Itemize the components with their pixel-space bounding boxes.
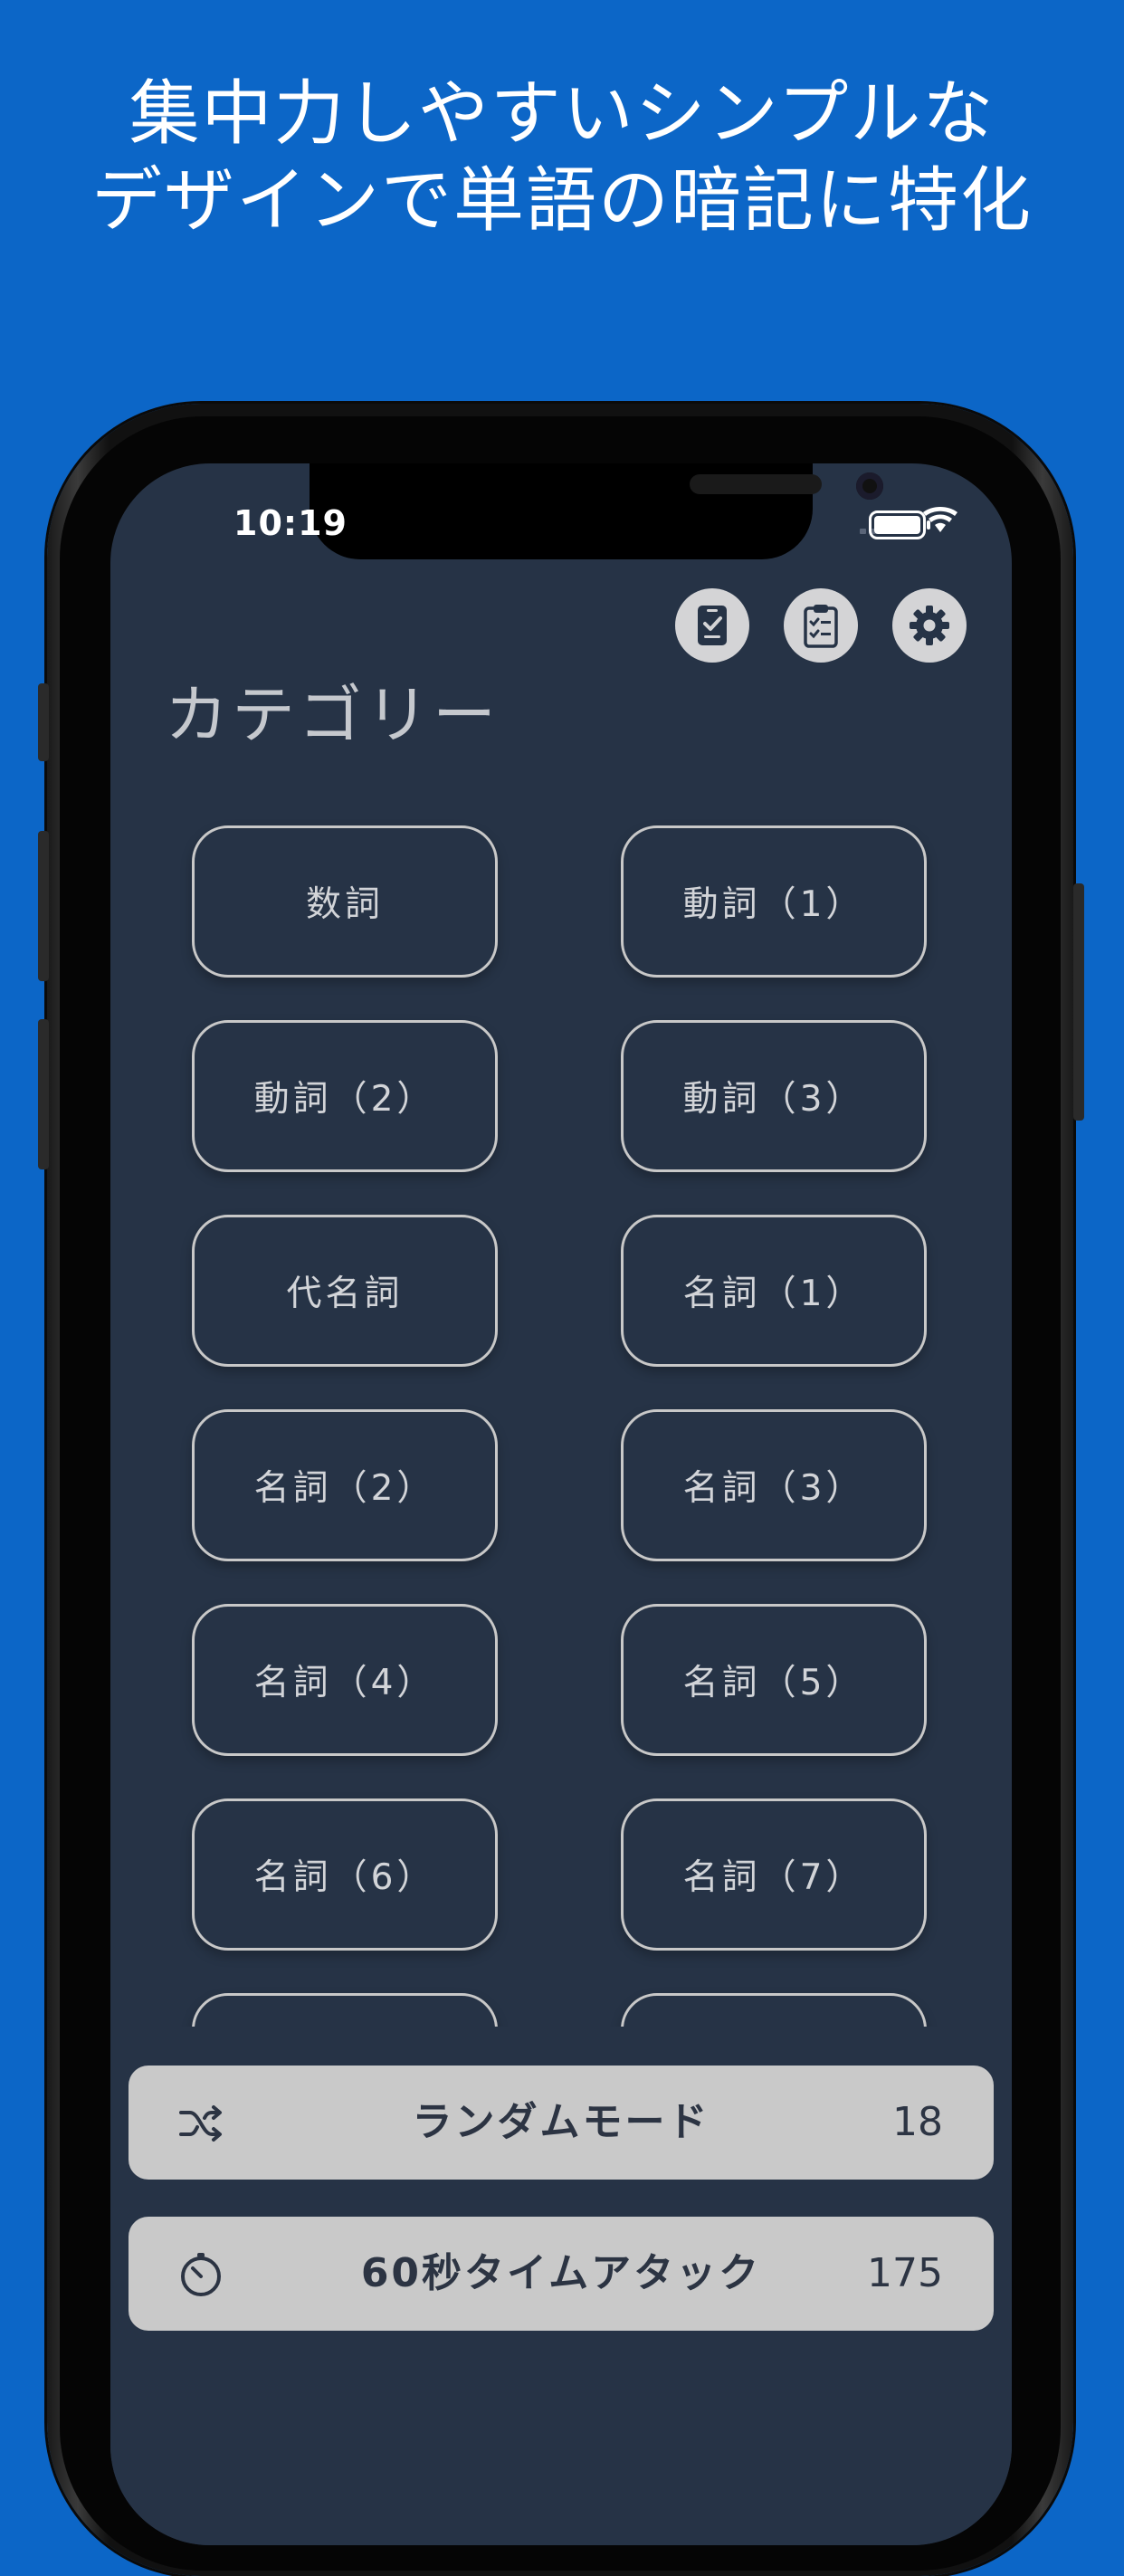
category-button[interactable]: 数詞: [192, 825, 498, 978]
category-button[interactable]: 名詞（7）: [621, 1798, 927, 1951]
headline-line-1: 集中力しやすいシンプルな: [129, 73, 995, 155]
power-button: [1073, 883, 1084, 1121]
page-title: カテゴリー: [165, 678, 500, 752]
battery-icon: [971, 509, 973, 510]
category-button[interactable]: 名詞（4）: [192, 1604, 498, 1756]
category-button[interactable]: 名詞（3）: [621, 1409, 927, 1561]
category-button[interactable]: 動詞（2）: [192, 1020, 498, 1172]
category-button[interactable]: 動詞（1）: [621, 825, 927, 978]
volume-up-button: [38, 831, 49, 981]
front-camera: [856, 472, 883, 500]
time-attack-label: 60秒タイムアタック: [360, 2250, 762, 2296]
app-screen: 10:19 カテゴリー 数詞 動詞（1） 動詞（2） 動詞（3） 代名詞 名詞（…: [110, 463, 1012, 2545]
category-button[interactable]: 名詞（6）: [192, 1798, 498, 1951]
clipboard-check-icon: [804, 605, 838, 648]
random-mode-label: ランダムモード: [412, 2099, 710, 2145]
category-button[interactable]: 名詞（5）: [621, 1604, 927, 1756]
status-time: 10:19: [233, 503, 348, 543]
headline-line-2: デザインで単語の暗記に特化: [90, 160, 1033, 242]
settings-button[interactable]: [892, 588, 967, 663]
time-attack-count: 175: [867, 2250, 943, 2296]
category-button[interactable]: 名詞（1）: [621, 1215, 927, 1367]
gear-icon: [910, 606, 949, 645]
category-button[interactable]: 代名詞: [192, 1215, 498, 1367]
random-mode-button[interactable]: ランダムモード 18: [129, 2066, 994, 2180]
notch: [310, 463, 883, 559]
mute-switch: [38, 683, 49, 761]
category-button[interactable]: 動詞（3）: [621, 1020, 927, 1172]
category-button[interactable]: 名詞（2）: [192, 1409, 498, 1561]
time-attack-button[interactable]: 60秒タイムアタック 175: [129, 2217, 994, 2331]
battery-icon: [869, 510, 930, 539]
promo-headline: 集中力しやすいシンプルな デザインで単語の暗記に特化: [0, 71, 1124, 244]
volume-down-button: [38, 1019, 49, 1169]
quiz-results-button[interactable]: [784, 588, 858, 663]
earpiece-speaker: [690, 474, 822, 494]
id-badge-check-icon: [698, 606, 727, 645]
memorized-words-button[interactable]: [675, 588, 749, 663]
random-mode-count: 18: [892, 2099, 943, 2145]
